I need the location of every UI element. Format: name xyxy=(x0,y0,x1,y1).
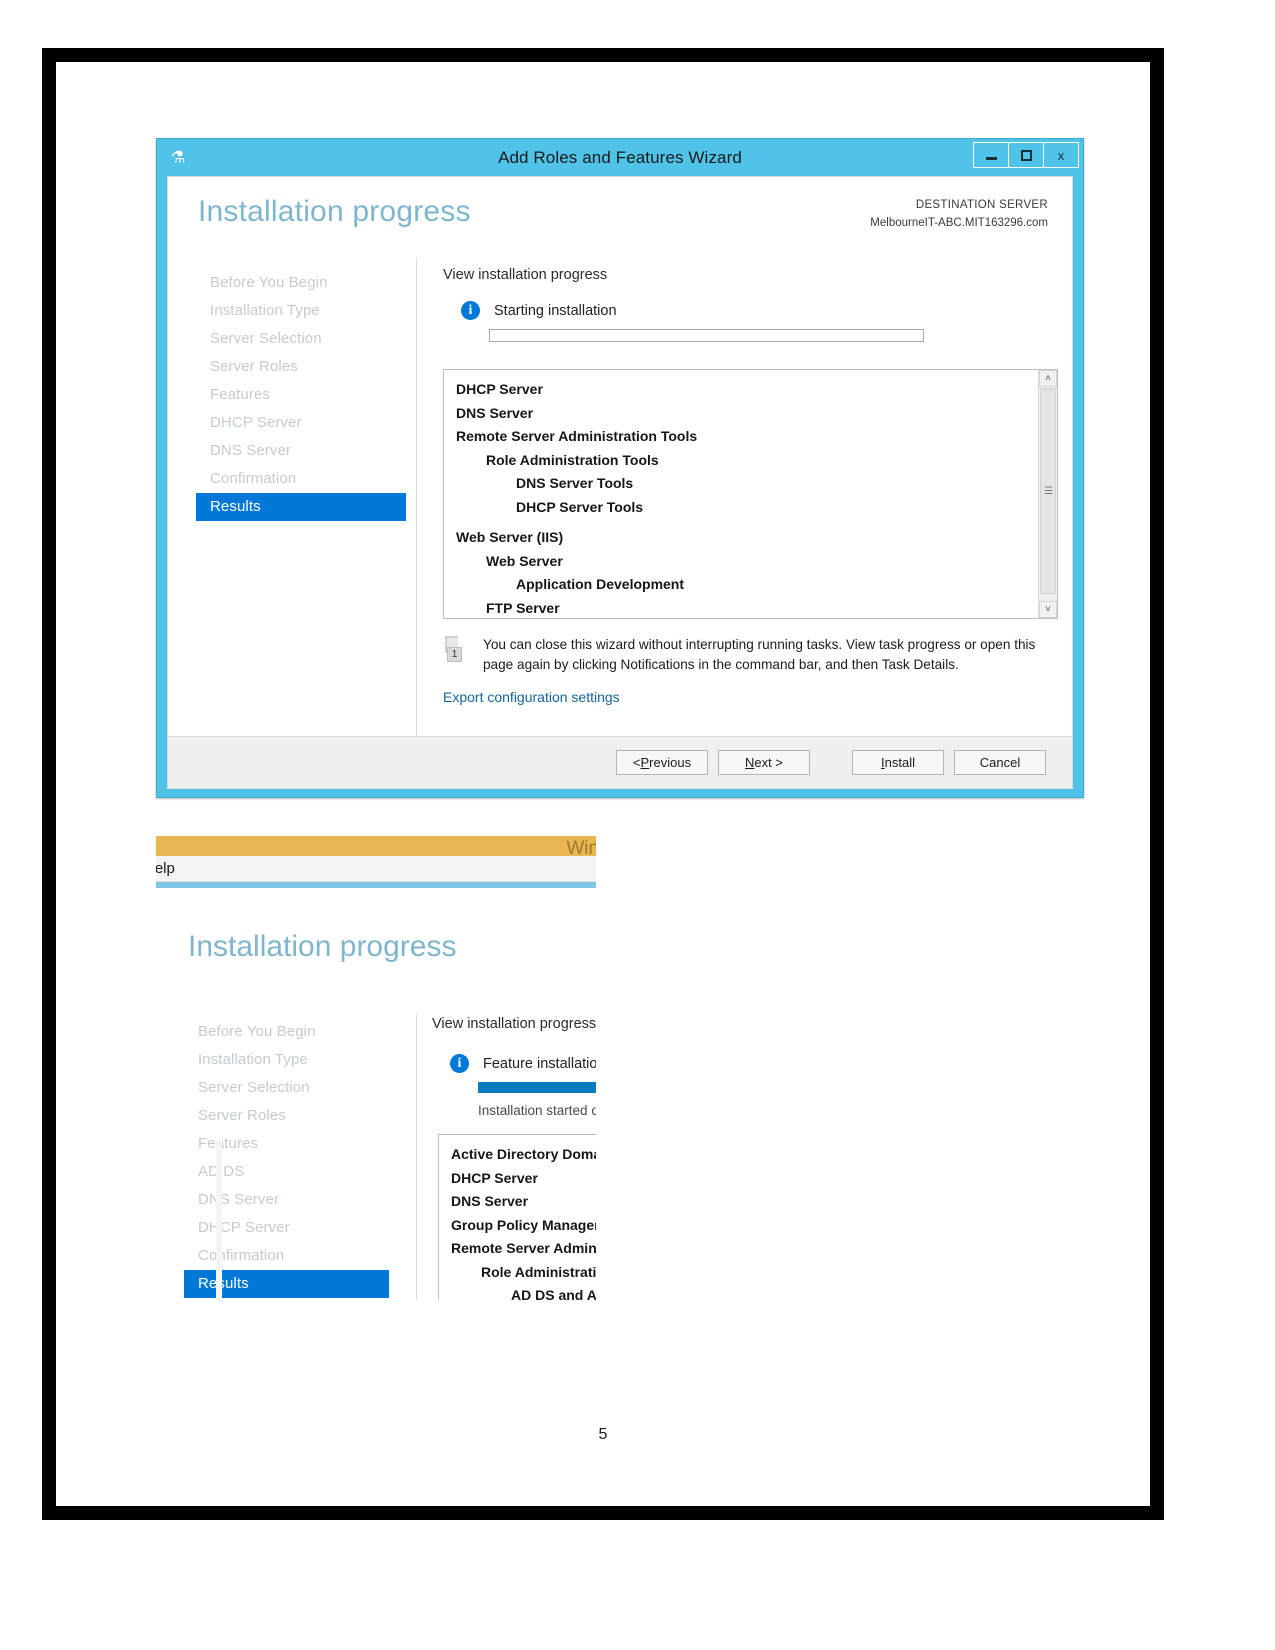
notification-flag-icon: 1 xyxy=(443,636,469,664)
export-configuration-settings-link[interactable]: Export configuration settings xyxy=(443,689,620,705)
wizard-header: Installation progress DESTINATION SERVER… xyxy=(168,177,1072,253)
listbox-scrollbar[interactable]: ˄ ☰ ˅ xyxy=(1038,370,1057,618)
destination-server-name: MelbourneIT-ABC.MIT163296.com xyxy=(870,216,1048,229)
maximize-button[interactable] xyxy=(1008,142,1044,168)
sidebar-item-confirmation[interactable]: Confirmation xyxy=(196,465,416,493)
sidebar-item-before-you-begin[interactable]: Before You Begin xyxy=(196,269,416,297)
menu-item-help[interactable]: Help xyxy=(156,860,175,877)
next-button-accel: N xyxy=(745,755,755,770)
list-item: FTP Server xyxy=(486,599,560,616)
scrollbar-thumb[interactable]: ☰ xyxy=(1040,388,1056,594)
sidebar-item-results[interactable]: Results xyxy=(196,493,406,521)
wizard-main: Before You Begin Installation Type Serve… xyxy=(168,257,1072,736)
progress-bar xyxy=(489,329,924,342)
list-item: DNS Server xyxy=(451,1193,529,1209)
next-button-suffix: ext > xyxy=(754,755,783,770)
sidebar-item-installation-type-2[interactable]: Installation Type xyxy=(184,1046,414,1074)
scroll-up-icon[interactable]: ˄ xyxy=(1039,370,1057,387)
list-item: Role Administration T xyxy=(481,1263,596,1280)
second-screenshot-inner: Windows2012R2 Help Installation progress… xyxy=(156,830,596,1300)
installation-status-row-2: i Feature installation xyxy=(450,1054,596,1073)
previous-button-suffix: revious xyxy=(649,755,692,770)
list-item: DNS Server Tools xyxy=(516,475,634,491)
minimize-button[interactable] xyxy=(973,142,1009,168)
page-sheet: ⚗ Add Roles and Features Wizard x Instal… xyxy=(56,62,1150,1506)
installation-status-text-2: Feature installation xyxy=(483,1055,596,1072)
list-item: Remote Server Administra xyxy=(451,1240,596,1256)
sidebar-item-before-you-begin-2[interactable]: Before You Begin xyxy=(184,1018,414,1046)
info-icon-2: i xyxy=(450,1054,469,1073)
scanned-page-frame: ⚗ Add Roles and Features Wizard x Instal… xyxy=(42,48,1164,1520)
sidebar-item-installation-type[interactable]: Installation Type xyxy=(196,297,416,325)
orange-banner: Windows2012R2 xyxy=(156,836,596,859)
close-button[interactable]: x xyxy=(1043,142,1079,168)
install-button-suffix: nstall xyxy=(884,755,915,770)
menu-bar: Help xyxy=(156,856,596,882)
page-number: 5 xyxy=(598,1426,608,1443)
sidebar-item-dns-server[interactable]: DNS Server xyxy=(196,437,416,465)
second-wizard-body: Installation progress Before You Begin I… xyxy=(156,888,596,1300)
list-item: Group Policy Managemen xyxy=(451,1216,596,1233)
previous-button[interactable]: < Previous xyxy=(616,750,708,775)
list-item: Web Server (IIS) xyxy=(456,529,564,545)
previous-button-accel: P xyxy=(640,755,650,770)
wizard-content-pane-2: View installation progress i Feature ins… xyxy=(432,1016,596,1300)
list-item: Application Development xyxy=(516,576,685,592)
pane-left-shade xyxy=(216,1140,222,1300)
installation-status-row: i Starting installation xyxy=(461,301,1042,320)
list-item: Remote Server Administration Tools xyxy=(456,428,698,444)
list-item: AD DS and AD LI xyxy=(511,1287,596,1300)
destination-server-info: DESTINATION SERVER MelbourneIT-ABC.MIT16… xyxy=(870,197,1048,233)
installation-items-listbox-2[interactable]: Active Directory Domain S DHCP Server DN… xyxy=(438,1134,596,1300)
installation-items-listbox[interactable]: DHCP Server DNS Server Remote Server Adm… xyxy=(443,369,1058,619)
list-item: Active Directory Domain S xyxy=(451,1146,596,1162)
pane-divider-2 xyxy=(416,1013,417,1300)
close-wizard-note: 1 You can close this wizard without inte… xyxy=(443,635,1056,675)
scroll-down-icon[interactable]: ˅ xyxy=(1039,601,1057,618)
window-controls: x xyxy=(973,142,1079,168)
destination-server-label: DESTINATION SERVER xyxy=(915,199,1048,211)
sidebar-item-results-2[interactable]: Results xyxy=(184,1270,389,1298)
sidebar-item-dhcp-server[interactable]: DHCP Server xyxy=(196,409,416,437)
installation-started-text: Installation started on xyxy=(478,1103,596,1118)
wizard-nav: Before You Begin Installation Type Serve… xyxy=(168,257,416,736)
sidebar-item-server-roles-2[interactable]: Server Roles xyxy=(184,1102,414,1130)
list-item: DHCP Server xyxy=(451,1169,538,1186)
info-icon: i xyxy=(461,301,480,320)
sidebar-item-server-selection[interactable]: Server Selection xyxy=(196,325,416,353)
wizard-footer: < Previous Next > Install Cancel xyxy=(168,736,1072,788)
close-wizard-note-text: You can close this wizard without interr… xyxy=(483,637,1036,673)
previous-button-prefix: < xyxy=(632,755,641,770)
wizard-body: Installation progress DESTINATION SERVER… xyxy=(167,176,1073,789)
notification-count-badge: 1 xyxy=(447,647,462,662)
installation-status-text: Starting installation xyxy=(494,302,617,319)
wizard-titlebar: ⚗ Add Roles and Features Wizard x xyxy=(157,139,1083,176)
page-title-2: Installation progress xyxy=(188,930,457,963)
sidebar-item-server-selection-2[interactable]: Server Selection xyxy=(184,1074,414,1102)
install-button[interactable]: Install xyxy=(852,750,944,775)
sidebar-item-features[interactable]: Features xyxy=(196,381,416,409)
list-item: DHCP Server xyxy=(456,381,543,397)
sidebar-item-server-roles[interactable]: Server Roles xyxy=(196,353,416,381)
list-item: Web Server xyxy=(486,552,563,569)
list-item: DNS Server xyxy=(456,404,534,421)
wizard-content-pane: View installation progress i Starting in… xyxy=(416,257,1072,736)
list-item: DHCP Server Tools xyxy=(516,498,644,515)
progress-bar-2 xyxy=(478,1082,596,1093)
window-title: Add Roles and Features Wizard xyxy=(498,147,742,167)
list-item: Role Administration Tools xyxy=(486,451,659,468)
pane-heading-2: View installation progress xyxy=(432,1016,596,1032)
installation-items-list: DHCP Server DNS Server Remote Server Adm… xyxy=(444,370,1038,618)
cancel-button[interactable]: Cancel xyxy=(954,750,1046,775)
second-screenshot-figure: Windows2012R2 Help Installation progress… xyxy=(156,830,596,1300)
pane-heading: View installation progress xyxy=(443,267,608,283)
add-roles-wizard-window: ⚗ Add Roles and Features Wizard x Instal… xyxy=(156,138,1084,798)
next-button[interactable]: Next > xyxy=(718,750,810,775)
